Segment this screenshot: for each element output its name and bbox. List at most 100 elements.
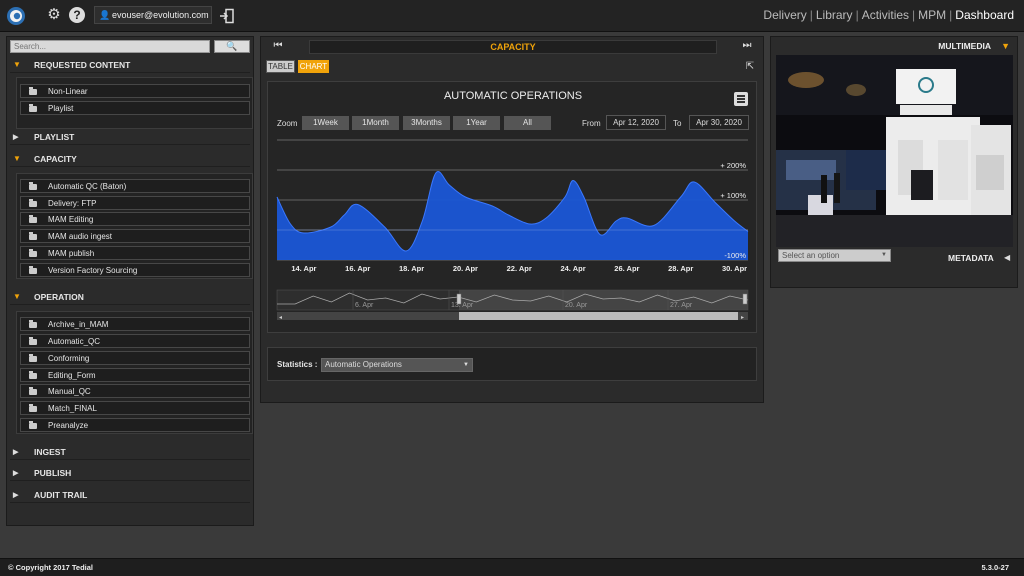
- help-icon[interactable]: ?: [69, 7, 85, 23]
- folder-icon: [29, 199, 37, 207]
- media-preview-image[interactable]: [776, 55, 1013, 247]
- zoom-1week-button[interactable]: 1Week: [302, 116, 349, 130]
- list-item[interactable]: Preanalyze: [20, 418, 250, 432]
- nav-delivery[interactable]: Delivery: [763, 8, 806, 22]
- statistics-select-value: Automatic Operations: [325, 360, 402, 369]
- search-input[interactable]: [10, 40, 210, 53]
- user-box[interactable]: 👤 evouser@evolution.com: [94, 6, 212, 24]
- y-tick-label: + 100%: [720, 191, 746, 200]
- section-requested-content[interactable]: ▼ REQUESTED CONTENT: [10, 57, 250, 73]
- section-ingest[interactable]: ▶ INGEST: [10, 444, 250, 460]
- folder-icon: [29, 320, 37, 328]
- gear-icon[interactable]: ⚙: [46, 7, 62, 23]
- list-item[interactable]: Editing_Form: [20, 368, 250, 382]
- list-item[interactable]: Archive_in_MAM: [20, 317, 250, 331]
- list-item[interactable]: Manual_QC: [20, 384, 250, 398]
- nav-activities[interactable]: Activities: [862, 8, 909, 22]
- list-item[interactable]: Delivery: FTP: [20, 196, 250, 210]
- list-item[interactable]: MAM publish: [20, 246, 250, 260]
- folder-icon: [29, 371, 37, 379]
- nav-dashboard[interactable]: Dashboard: [955, 8, 1014, 22]
- section-audit-trail[interactable]: ▶ AUDIT TRAIL: [10, 487, 250, 503]
- folder-icon: [29, 337, 37, 345]
- chart-container: + 200% + 100% -100% 14. Apr 16. Apr 18. Apr 20…: [267, 81, 757, 333]
- caret-down-icon[interactable]: ▼: [1001, 41, 1010, 51]
- x-tick-label: 14. Apr: [291, 264, 316, 273]
- folder-icon: [29, 182, 37, 190]
- list-item[interactable]: Match_FINAL: [20, 401, 250, 415]
- caret-right-icon: ▶: [13, 449, 19, 456]
- external-link-icon[interactable]: ⇱: [744, 61, 756, 73]
- y-tick-label: -100%: [724, 251, 746, 260]
- tab-table[interactable]: TABLE: [266, 60, 295, 73]
- operation-list: Archive_in_MAM Automatic_QC Conforming E…: [16, 311, 253, 434]
- last-page-icon[interactable]: ⏭: [741, 40, 753, 52]
- statistics-select[interactable]: Automatic Operations ▼: [321, 358, 473, 372]
- statistics-label: Statistics :: [277, 360, 318, 369]
- from-date-input[interactable]: Apr 12, 2020: [606, 115, 666, 130]
- caret-right-icon: ▶: [13, 134, 19, 141]
- requested-content-list: Non-Linear Playlist: [16, 77, 253, 129]
- search-button[interactable]: 🔍: [214, 40, 250, 53]
- list-item[interactable]: Conforming: [20, 351, 250, 365]
- list-item[interactable]: Non-Linear: [20, 84, 250, 98]
- navigator-label: 6. Apr: [355, 302, 374, 309]
- list-item[interactable]: MAM audio ingest: [20, 229, 250, 243]
- zoom-3months-button[interactable]: 3Months: [403, 116, 450, 130]
- first-page-icon[interactable]: ⏮: [272, 40, 284, 52]
- zoom-all-button[interactable]: All: [504, 116, 551, 130]
- to-date-input[interactable]: Apr 30, 2020: [689, 115, 749, 130]
- option-select[interactable]: Select an option ▼: [778, 249, 891, 262]
- hamburger-menu-icon[interactable]: [734, 92, 748, 106]
- chevron-down-icon: ▼: [881, 252, 887, 258]
- multimedia-panel: MULTIMEDIA ▼ Select an option ▼ METADATA…: [770, 36, 1018, 288]
- logout-icon[interactable]: [219, 8, 235, 24]
- navigator-label: 13. Apr: [451, 302, 474, 309]
- list-item[interactable]: Automatic_QC: [20, 334, 250, 348]
- zoom-1year-button[interactable]: 1Year: [453, 116, 500, 130]
- metadata-title: METADATA: [948, 253, 994, 263]
- x-tick-label: 20. Apr: [453, 264, 478, 273]
- y-tick-label: + 200%: [720, 161, 746, 170]
- evolution-logo-icon[interactable]: [6, 6, 26, 26]
- nav-mpm[interactable]: MPM: [918, 8, 946, 22]
- list-item[interactable]: Playlist: [20, 101, 250, 115]
- statistics-box: Statistics : Automatic Operations ▼: [267, 347, 757, 381]
- panel-title: CAPACITY: [309, 40, 717, 54]
- section-capacity[interactable]: ▼ CAPACITY: [10, 151, 250, 167]
- nav-library[interactable]: Library: [816, 8, 853, 22]
- footer: © Copyright 2017 Tedial 5.3.0-27: [0, 558, 1024, 576]
- list-item[interactable]: Version Factory Sourcing: [20, 263, 250, 277]
- scroll-left-icon: ◂: [279, 315, 282, 321]
- list-item[interactable]: Automatic QC (Baton): [20, 179, 250, 193]
- x-tick-label: 30. Apr: [722, 264, 747, 273]
- folder-icon: [29, 266, 37, 274]
- copyright-text: © Copyright 2017 Tedial: [8, 563, 93, 572]
- zoom-1month-button[interactable]: 1Month: [352, 116, 399, 130]
- section-publish[interactable]: ▶ PUBLISH: [10, 465, 250, 481]
- x-tick-label: 22. Apr: [507, 264, 532, 273]
- list-item[interactable]: MAM Editing: [20, 212, 250, 226]
- folder-icon: [29, 87, 37, 95]
- folder-icon: [29, 249, 37, 257]
- section-playlist[interactable]: ▶ PLAYLIST: [10, 129, 250, 145]
- main-nav: Delivery | Library | Activities | MPM | Dashboar…: [763, 8, 1014, 22]
- caret-down-icon: ▼: [13, 292, 21, 301]
- section-operation[interactable]: ▼ OPERATION: [10, 289, 250, 305]
- x-tick-label: 26. Apr: [614, 264, 639, 273]
- x-tick-label: 16. Apr: [345, 264, 370, 273]
- navigator-handle-right: [742, 293, 748, 305]
- caret-left-icon[interactable]: ◀: [1004, 253, 1010, 262]
- navigator-label: 27. Apr: [670, 302, 693, 309]
- caret-right-icon: ▶: [13, 470, 19, 477]
- caret-right-icon: ▶: [13, 492, 19, 499]
- capacity-list: Automatic QC (Baton) Delivery: FTP MAM E…: [16, 173, 253, 279]
- series-area: [277, 171, 748, 260]
- multimedia-title: MULTIMEDIA: [938, 41, 991, 51]
- to-label: To: [673, 119, 682, 128]
- scroll-right-icon: ▸: [741, 315, 744, 321]
- search-icon: 🔍: [226, 41, 238, 51]
- option-select-placeholder: Select an option: [782, 251, 840, 260]
- zoom-label: Zoom: [277, 119, 298, 128]
- tab-chart[interactable]: CHART: [298, 60, 329, 73]
